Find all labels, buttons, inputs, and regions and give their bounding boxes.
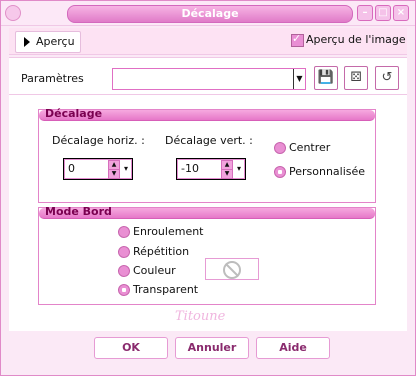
help-button[interactable]: Aide: [256, 337, 330, 359]
radio-repeat[interactable]: [118, 246, 130, 258]
window-title: Décalage: [181, 7, 239, 20]
window-menu-icon[interactable]: [5, 5, 21, 21]
dropdown-arrow-icon[interactable]: ▾: [235, 163, 243, 175]
radio-center-label: Centrer: [289, 141, 331, 154]
maximize-icon[interactable]: □: [375, 5, 391, 21]
main-panel: Décalage Décalage horiz. : 0 ▲ ▼ ▾ Décal…: [9, 95, 407, 331]
image-preview-checkbox[interactable]: [291, 32, 304, 47]
chevron-down-icon[interactable]: ▼: [293, 69, 305, 89]
offset-group: Décalage Décalage horiz. : 0 ▲ ▼ ▾ Décal…: [38, 107, 376, 203]
dialog-window: Décalage – □ × Aperçu Aperçu de l'image …: [0, 0, 416, 376]
reset-preset-icon[interactable]: ↺: [375, 66, 399, 90]
radio-wrap[interactable]: [118, 226, 130, 238]
radio-repeat-label: Répétition: [133, 245, 190, 258]
decrement-icon[interactable]: ▼: [108, 169, 120, 179]
radio-center[interactable]: [274, 142, 286, 154]
dropdown-arrow-icon[interactable]: ▾: [122, 163, 130, 175]
ok-button[interactable]: OK: [94, 337, 168, 359]
presets-label: Paramètres: [21, 72, 84, 85]
radio-wrap-label: Enroulement: [133, 225, 204, 238]
preview-button-label: Aperçu: [36, 35, 75, 48]
save-preset-icon[interactable]: 💾: [314, 66, 338, 90]
cancel-button[interactable]: Annuler: [175, 337, 249, 359]
no-color-icon: [223, 261, 241, 279]
vert-offset-stepper[interactable]: -10 ▲ ▼ ▾: [176, 158, 246, 180]
vert-offset-label: Décalage vert. :: [165, 134, 253, 147]
play-triangle-icon: [24, 37, 30, 47]
horiz-offset-label: Décalage horiz. :: [52, 134, 145, 147]
radio-transparent[interactable]: [118, 284, 130, 296]
radio-transparent-label: Transparent: [133, 283, 199, 296]
title-pill: Décalage: [67, 5, 353, 23]
preview-bar: Aperçu Aperçu de l'image: [9, 28, 407, 55]
randomize-dice-icon[interactable]: ⚄: [344, 66, 368, 90]
horiz-offset-value: 0: [68, 162, 75, 175]
vert-offset-value: -10: [181, 162, 199, 175]
presets-dropdown[interactable]: ▼: [112, 68, 306, 90]
offset-group-header: Décalage: [39, 107, 375, 121]
horiz-offset-stepper[interactable]: 0 ▲ ▼ ▾: [63, 158, 133, 180]
close-icon[interactable]: ×: [393, 5, 409, 21]
edge-mode-group-title: Mode Bord: [45, 205, 112, 218]
radio-custom-label: Personnalisée: [289, 165, 366, 178]
edge-mode-group: Mode Bord Enroulement Répétition Couleur…: [38, 205, 376, 305]
preview-button[interactable]: Aperçu: [15, 31, 81, 53]
image-preview-label: Aperçu de l'image: [306, 33, 406, 46]
decrement-icon[interactable]: ▼: [221, 169, 233, 179]
presets-row: Paramètres ▼ 💾 ⚄ ↺: [9, 57, 407, 95]
color-swatch[interactable]: [205, 258, 259, 280]
title-bar: Décalage – □ ×: [1, 1, 415, 26]
radio-color[interactable]: [118, 265, 130, 277]
radio-color-label: Couleur: [133, 264, 176, 277]
minimize-icon[interactable]: –: [357, 5, 373, 21]
radio-custom[interactable]: [274, 166, 286, 178]
watermark-signature: Titoune: [175, 309, 226, 324]
offset-group-title: Décalage: [45, 107, 103, 120]
edge-mode-group-header: Mode Bord: [39, 205, 375, 219]
